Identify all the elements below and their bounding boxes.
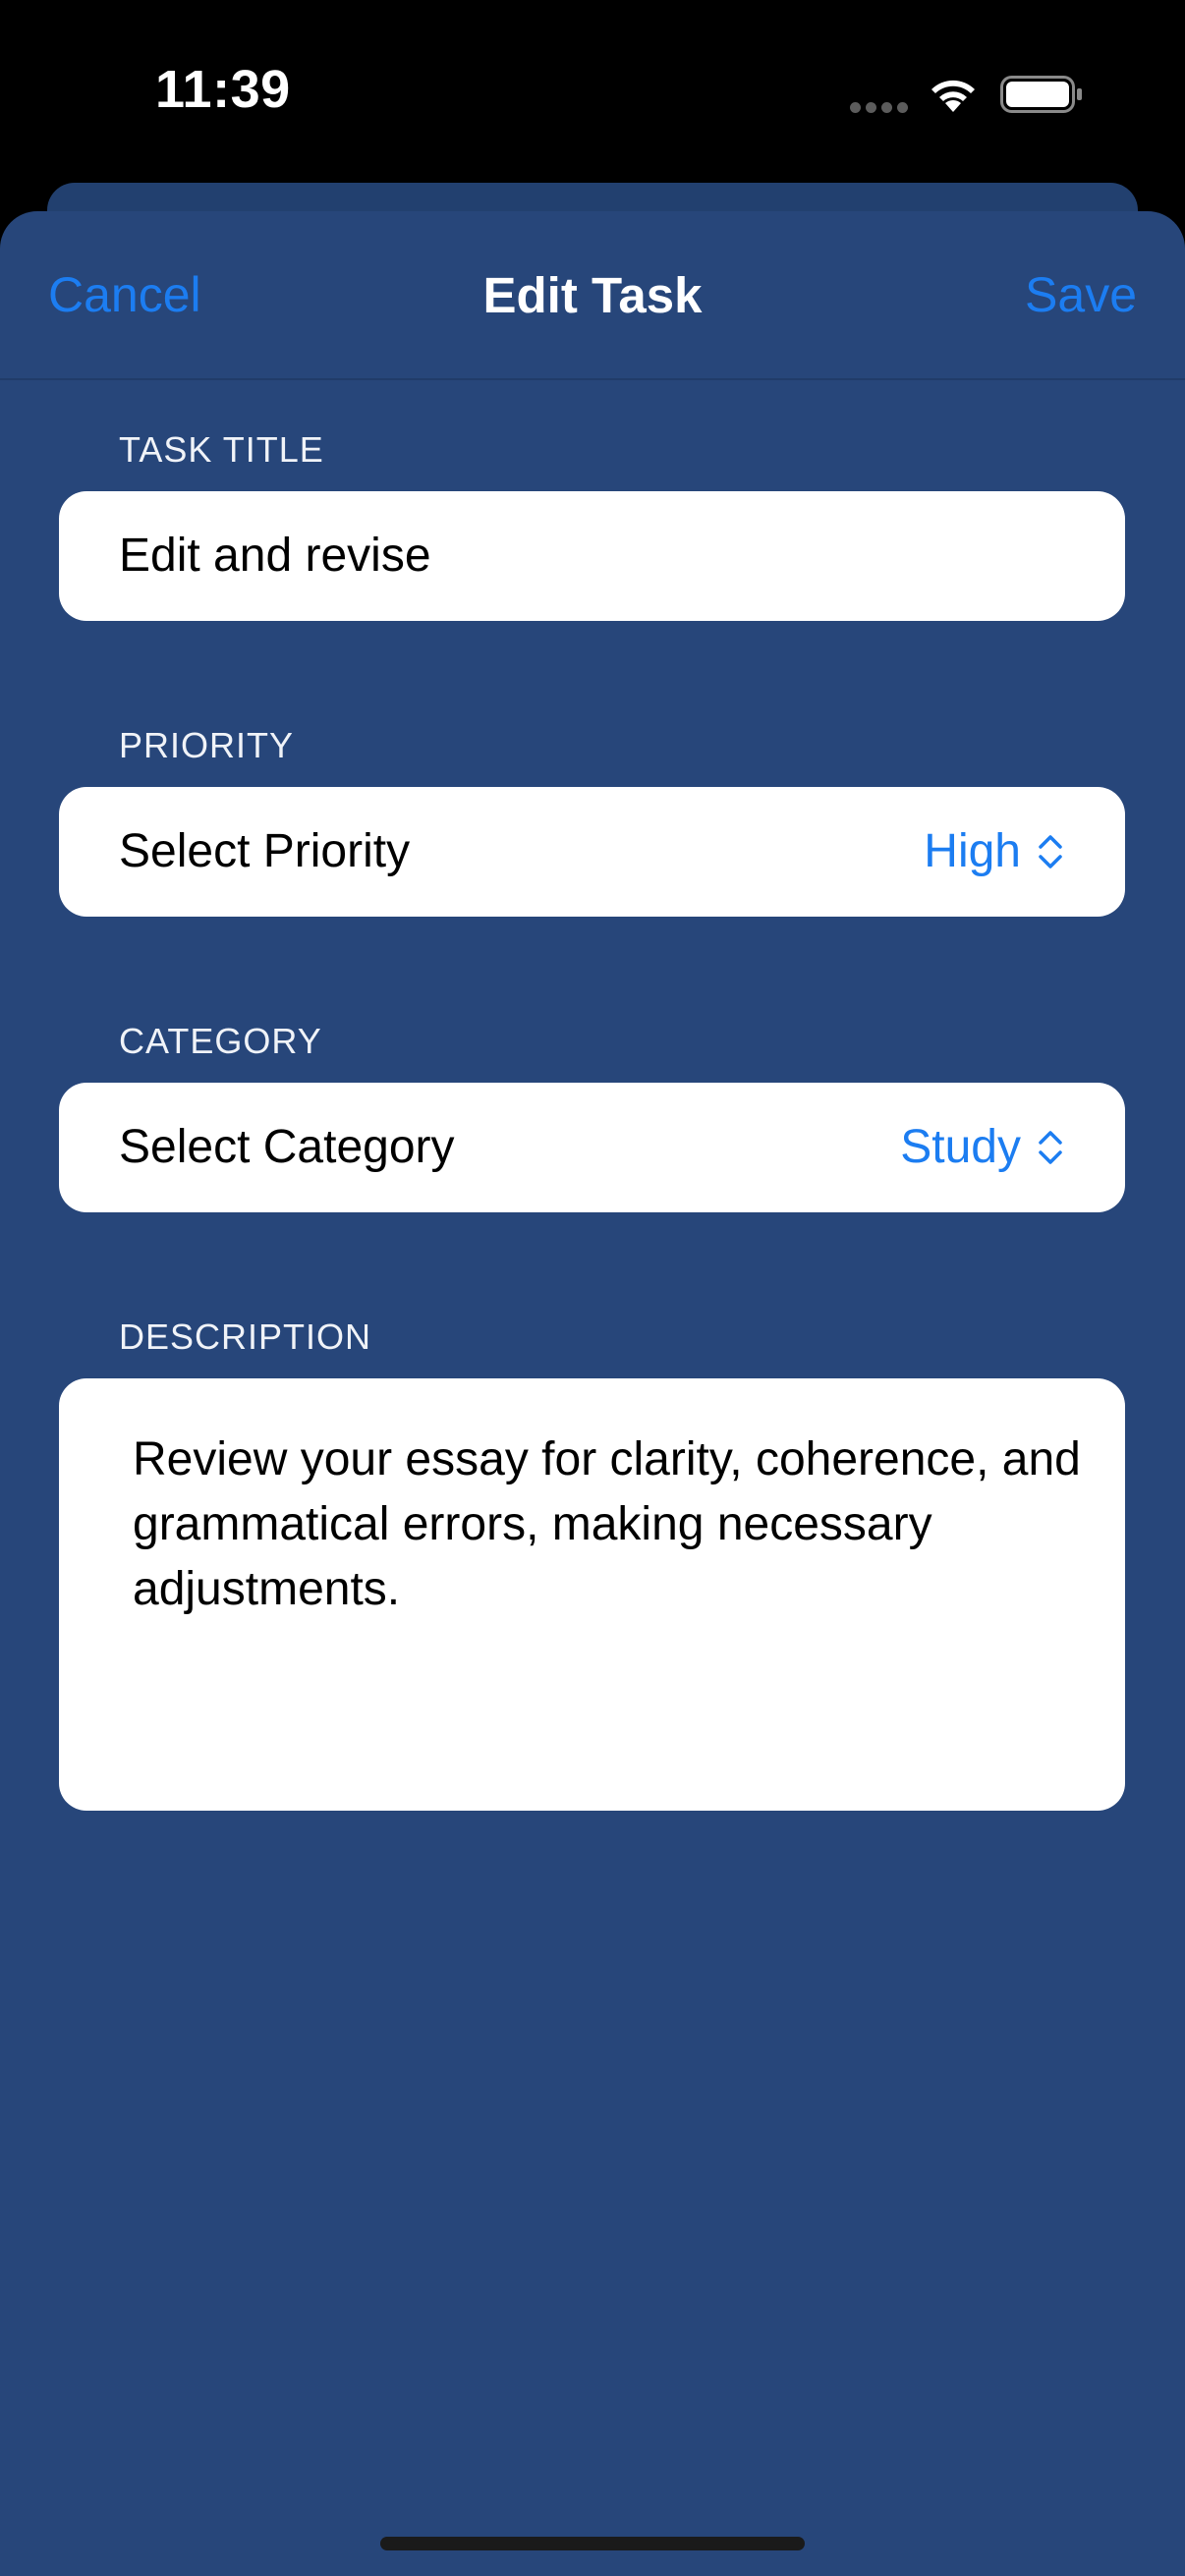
task-title-field[interactable]: Edit and revise (59, 491, 1125, 621)
page-title: Edit Task (482, 267, 703, 323)
home-indicator[interactable] (380, 2537, 805, 2550)
category-header: CATEGORY (119, 1021, 322, 1061)
status-bar: 11:39 (0, 0, 1185, 187)
edit-task-sheet: Cancel Edit Task Save TASK TITLE Edit an… (0, 211, 1185, 2576)
navigation-bar: Cancel Edit Task Save (0, 211, 1185, 380)
priority-picker[interactable]: High (924, 824, 1064, 878)
description-field[interactable]: Review your essay for clarity, coherence… (59, 1378, 1125, 1811)
category-value: Study (900, 1121, 1021, 1173)
description-textarea[interactable]: Review your essay for clarity, coherence… (133, 1428, 1086, 1622)
cellular-dots-icon (850, 102, 909, 114)
wifi-icon (931, 80, 975, 112)
category-label: Select Category (119, 1121, 455, 1173)
battery-icon (1000, 76, 1082, 113)
description-header: DESCRIPTION (119, 1316, 372, 1357)
priority-row[interactable]: Select Priority High (59, 787, 1125, 917)
category-picker[interactable]: Study (900, 1120, 1064, 1174)
task-title-input[interactable]: Edit and revise (119, 529, 431, 583)
chevron-up-down-icon (1039, 1130, 1062, 1164)
task-title-header: TASK TITLE (119, 429, 324, 470)
chevron-up-down-icon (1039, 834, 1062, 868)
priority-value: High (924, 825, 1021, 877)
save-button[interactable]: Save (1025, 266, 1137, 323)
priority-label: Select Priority (119, 825, 411, 877)
category-row[interactable]: Select Category Study (59, 1083, 1125, 1212)
status-time: 11:39 (155, 60, 291, 119)
priority-header: PRIORITY (119, 725, 295, 765)
